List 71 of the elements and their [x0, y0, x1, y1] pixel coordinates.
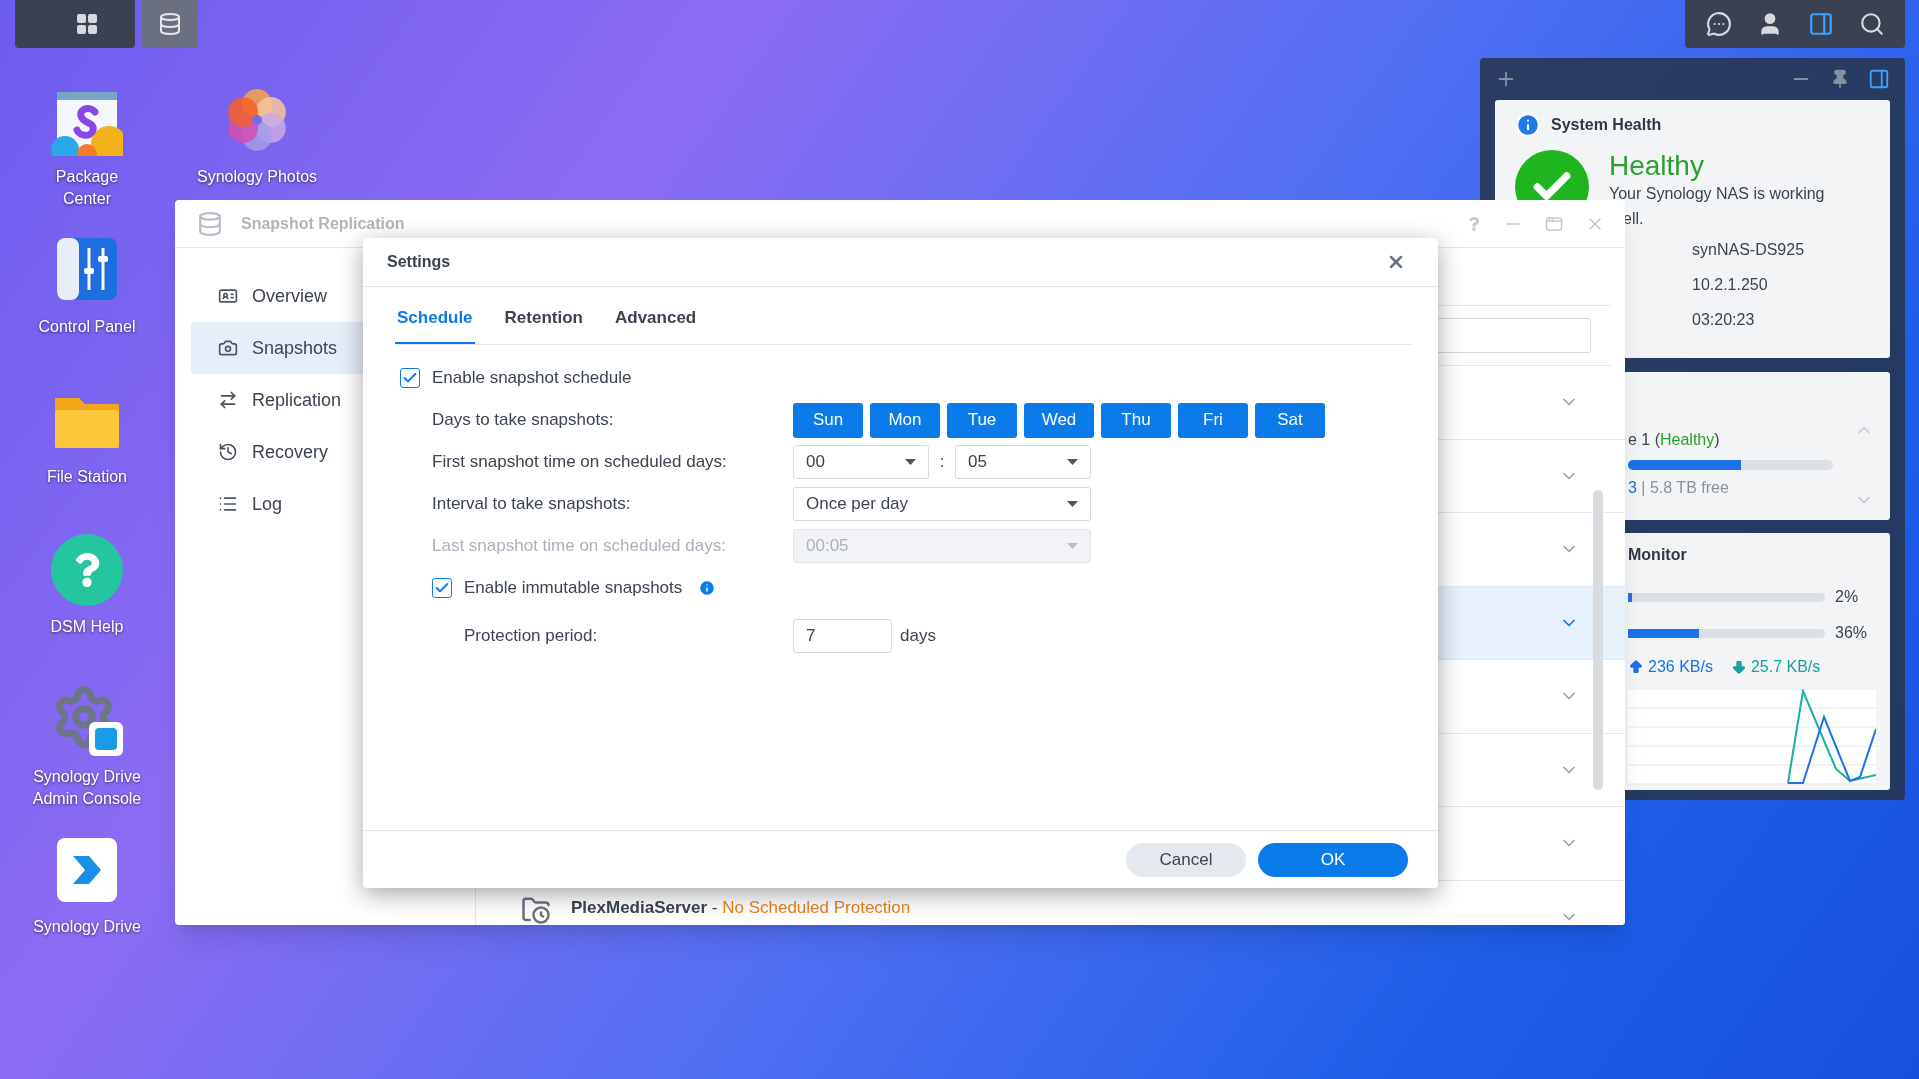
- arrows-icon: [218, 390, 238, 410]
- day-toggle[interactable]: Wed: [1024, 402, 1094, 438]
- desktop-icon-label[interactable]: Synology Drive: [31, 916, 143, 938]
- usage-reading: 36%: [1835, 623, 1868, 643]
- checkbox-label: Enable immutable snapshots: [464, 577, 683, 600]
- field-label: Interval to take snapshots:: [432, 493, 632, 516]
- unit-label: days: [900, 625, 936, 648]
- minute-select[interactable]: 05: [955, 445, 1091, 479]
- widget-title: System Health: [1551, 115, 1662, 135]
- health-message: Your Synology NAS is working: [1609, 184, 1825, 204]
- desktop-icon-label[interactable]: Synology Drive Admin Console: [31, 766, 143, 810]
- desktop-icon-label[interactable]: Package Center: [31, 166, 143, 210]
- tab[interactable]: Retention: [502, 304, 585, 344]
- desktop-icon-label[interactable]: DSM Help: [31, 616, 143, 638]
- time-separator: :: [938, 451, 946, 474]
- search-icon[interactable]: [1858, 11, 1885, 37]
- day-toggle[interactable]: Thu: [1101, 402, 1171, 438]
- checkbox[interactable]: [400, 368, 420, 388]
- window-title: Snapshot Replication: [241, 213, 405, 234]
- field-label: Days to take snapshots:: [432, 409, 615, 432]
- dropdown[interactable]: Once per day: [793, 487, 1091, 521]
- camera-icon: [218, 338, 238, 358]
- day-toggle[interactable]: Sat: [1255, 402, 1325, 438]
- volume-status: e 1 (Healthy): [1628, 430, 1720, 450]
- database-icon: [158, 12, 182, 36]
- info-value: synNAS-DS925: [1692, 240, 1806, 260]
- list-icon: [218, 494, 238, 514]
- info-icon: [1515, 112, 1541, 138]
- caret-icon: [905, 459, 916, 465]
- desktop-icon-label[interactable]: Synology Photos: [187, 166, 327, 188]
- checkbox[interactable]: [432, 578, 452, 598]
- cancel-button[interactable]: Cancel: [1126, 842, 1246, 877]
- main-menu-button[interactable]: [15, 0, 135, 48]
- health-status: Healthy: [1609, 150, 1705, 182]
- field-label: Protection period:: [464, 625, 599, 648]
- caret-icon: [1067, 501, 1078, 507]
- tab[interactable]: Advanced: [613, 304, 699, 344]
- day-toggle[interactable]: Mon: [870, 402, 940, 438]
- info-value: 10.2.1.250: [1692, 275, 1769, 295]
- id-card-icon: [218, 286, 238, 306]
- upload-speed: 236 KB/s: [1648, 657, 1713, 677]
- upload-icon: [1628, 659, 1644, 675]
- desktop-icon-label[interactable]: Control Panel: [31, 316, 143, 338]
- panel-icon[interactable]: [1868, 68, 1890, 90]
- grid-icon: [75, 12, 99, 36]
- day-toggle[interactable]: Tue: [947, 402, 1017, 438]
- download-icon: [1730, 659, 1747, 675]
- chat-icon[interactable]: [1705, 11, 1732, 37]
- usage-reading: 2%: [1835, 587, 1859, 607]
- caret-icon: [1067, 459, 1078, 465]
- number-field[interactable]: 7: [793, 619, 892, 653]
- field-label: Last snapshot time on scheduled days:: [432, 535, 727, 558]
- day-toggle[interactable]: Sun: [793, 402, 863, 438]
- dialog-title: Settings: [387, 252, 451, 272]
- ok-button[interactable]: OK: [1258, 842, 1408, 877]
- scrollbar[interactable]: [1593, 490, 1603, 790]
- widget-title: Monitor: [1628, 545, 1688, 565]
- taskbar-app-button[interactable]: [142, 0, 198, 48]
- tab[interactable]: Schedule: [395, 304, 475, 344]
- hour-select[interactable]: 00: [793, 445, 929, 479]
- day-toggle[interactable]: Fri: [1178, 402, 1248, 438]
- row-title: PlexMediaServer - No Scheduled Protection: [571, 896, 911, 919]
- info-value: 03:20:23: [1692, 310, 1756, 330]
- pin-icon[interactable]: [1830, 69, 1850, 89]
- storage-usage: 3 | 5.8 TB free: [1628, 478, 1730, 498]
- desktop-icon-label[interactable]: File Station: [31, 466, 143, 488]
- field-label: First snapshot time on scheduled days:: [432, 451, 728, 474]
- widgets-icon[interactable]: [1807, 11, 1834, 37]
- download-speed: 25.7 KB/s: [1750, 657, 1821, 677]
- history-icon: [218, 442, 238, 462]
- caret-icon: [1067, 543, 1078, 549]
